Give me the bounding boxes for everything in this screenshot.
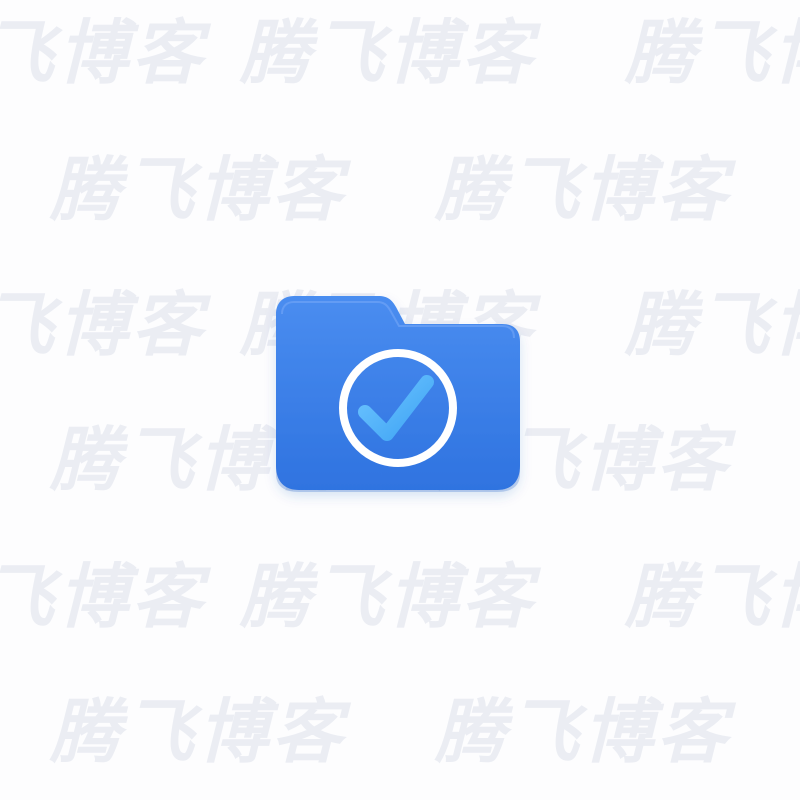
watermark-text: 腾飞博客 [435,691,731,773]
watermark-text: 腾飞博客 [240,12,536,94]
watermark-text: 腾飞博客 [625,556,800,638]
folder-check-icon [276,296,520,492]
watermark-text: 腾飞博客 [0,284,206,366]
watermark-text: 腾飞博客 [625,284,800,366]
watermark-text: 腾飞博客 [435,149,731,231]
watermark-text: 腾飞博客 [0,12,206,94]
folder-check-svg [276,296,520,492]
watermark-text: 腾飞博客 [50,691,346,773]
canvas: 腾飞博客 腾飞博客 腾飞博客 腾飞博客 腾飞博客 腾飞博客 腾飞博客 腾飞博客 … [0,0,800,800]
watermark-text: 腾飞博客 [625,12,800,94]
watermark-text: 腾飞博客 [0,556,206,638]
watermark-text: 腾飞博客 [50,149,346,231]
watermark-text: 腾飞博客 [240,556,536,638]
